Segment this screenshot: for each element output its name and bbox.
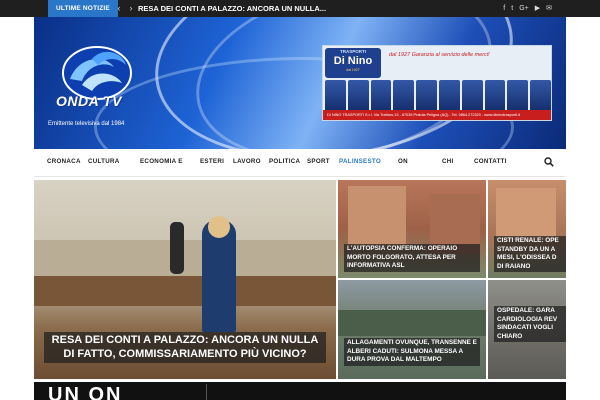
nav-item-esteri[interactable]: ESTERI: [200, 149, 224, 177]
scene-person-head: [208, 216, 230, 238]
twitter-icon[interactable]: t: [511, 0, 513, 17]
tile-building: [348, 186, 406, 246]
featured-tile-caption: OSPEDALE: GARA CARDIOLOGIA REV SINDACATI…: [494, 306, 566, 343]
featured-tile-2[interactable]: CISTI RENALE: OPE STANDBY DA UN A MESI, …: [488, 180, 566, 278]
mail-icon[interactable]: ✉: [546, 0, 552, 17]
nav-item-politica[interactable]: POLITICA: [269, 149, 300, 177]
youtube-icon[interactable]: ▶: [535, 0, 540, 17]
top-bar: ULTIME NOTIZIE ‹ › RESA DEI CONTI A PALA…: [0, 0, 600, 17]
bottom-banner-divider: [206, 384, 207, 400]
featured-tile-caption: ALLAGAMENTI OVUNQUE, TRANSENNE E ALBERI …: [344, 338, 480, 366]
scene-desk: [34, 276, 336, 306]
nav-item-lavoro[interactable]: LAVORO: [233, 149, 261, 177]
google-plus-icon[interactable]: G+: [519, 0, 529, 17]
nav-item-cultura[interactable]: CULTURA: [88, 149, 120, 177]
top-bar-inner: ULTIME NOTIZIE ‹ › RESA DEI CONTI A PALA…: [34, 0, 566, 17]
nav-item-sport[interactable]: SPORT: [307, 149, 330, 177]
site-header: ONDA TV Emittente televisiva dal 1984 TR…: [34, 17, 566, 149]
nav-item-economia[interactable]: ECONOMIA E: [140, 149, 183, 177]
bottom-banner-text: UN ON: [48, 384, 123, 400]
featured-main-article[interactable]: RESA DEI CONTI A PALAZZO: ANCORA UN NULL…: [34, 180, 336, 379]
featured-tile-3[interactable]: ALLAGAMENTI OVUNQUE, TRANSENNE E ALBERI …: [338, 280, 486, 379]
logo-text: ONDA TV: [56, 93, 122, 109]
nav-item-contatti[interactable]: CONTATTI: [474, 149, 507, 177]
ticker-label: ULTIME NOTIZIE: [48, 0, 118, 17]
ad-brand-logo: TRASPORTI Di Nino dal 1927: [325, 48, 381, 78]
nav-item-cronaca[interactable]: CRONACA: [47, 149, 81, 177]
header-tagline: Emittente televisiva dal 1984: [48, 121, 125, 127]
social-links: f t G+ ▶ ✉: [503, 0, 552, 17]
bottom-banner: UN ON: [34, 382, 566, 400]
featured-tile-4[interactable]: OSPEDALE: GARA CARDIOLOGIA REV SINDACATI…: [488, 280, 566, 379]
featured-tile-caption: CISTI RENALE: OPE STANDBY DA UN A MESI, …: [494, 236, 566, 273]
ad-brand-name: Di Nino: [333, 55, 373, 67]
featured-tile-caption: L'AUTOPSIA CONFERMA: OPERAIO MORTO FOLGO…: [344, 244, 480, 272]
ticker-next-button[interactable]: ›: [126, 0, 136, 17]
ad-brand-top: TRASPORTI: [339, 49, 366, 54]
featured-grid: RESA DEI CONTI A PALAZZO: ANCORA UN NULL…: [34, 180, 566, 380]
main-navigation: CRONACA CULTURA ECONOMIA E ESTERI LAVORO…: [34, 149, 566, 177]
ad-brand-sub: dal 1927: [346, 68, 360, 72]
ticker-prev-button[interactable]: ‹: [114, 0, 124, 17]
ad-slogan: dal 1927 Garanzia al servizio delle merc…: [389, 52, 490, 58]
nav-item-on[interactable]: ON: [398, 149, 408, 177]
ad-trucks-image: [325, 80, 551, 110]
tile-building: [496, 188, 556, 240]
featured-main-caption: RESA DEI CONTI A PALAZZO: ANCORA UN NULL…: [44, 332, 326, 363]
scene-person-bg: [170, 222, 184, 274]
ad-footer: DI NINO TRASPORTI S.r.l. Via Tratturo,13…: [323, 110, 551, 120]
nav-item-palinsesto[interactable]: PALINSESTO: [339, 149, 381, 177]
tile-trees: [338, 310, 486, 336]
nav-item-chi[interactable]: CHI: [442, 149, 454, 177]
advertisement-banner[interactable]: TRASPORTI Di Nino dal 1927 dal 1927 Gara…: [322, 45, 552, 121]
featured-tile-1[interactable]: L'AUTOPSIA CONFERMA: OPERAIO MORTO FOLGO…: [338, 180, 486, 278]
scene-wall: [34, 240, 336, 280]
facebook-icon[interactable]: f: [503, 0, 505, 17]
ticker-headline-link[interactable]: RESA DEI CONTI A PALAZZO: ANCORA UN NULL…: [138, 0, 326, 17]
search-icon[interactable]: [544, 157, 554, 167]
